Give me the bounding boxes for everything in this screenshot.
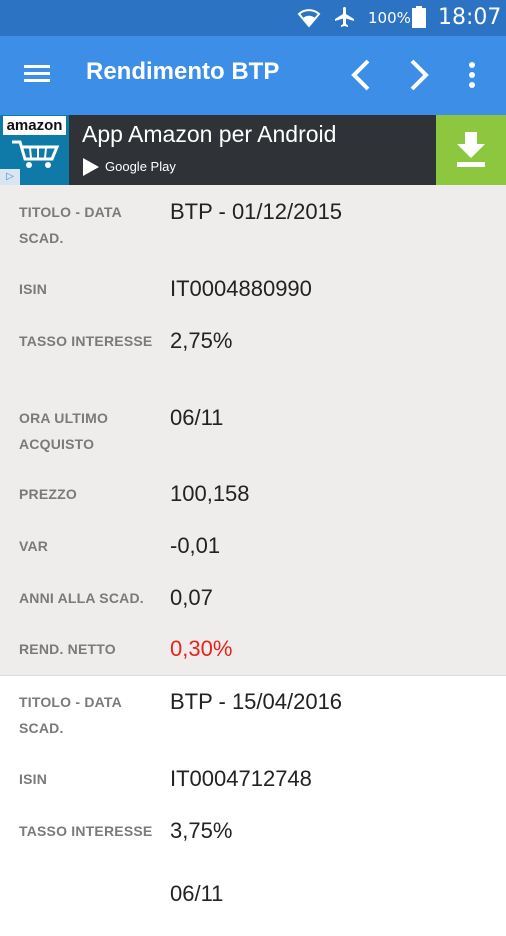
net-yield-value: 0,30% [170,636,233,661]
chevron-left-icon[interactable] [346,58,376,92]
field-label: TASSO INTERESSE [19,823,153,839]
menu-icon[interactable] [24,62,52,86]
field-value: 2,75% [170,328,233,353]
download-icon [457,132,485,167]
field-label: PREZZO [19,486,77,502]
play-store-icon [83,158,99,176]
bond-list: TITOLO - DATA SCAD. BTP - 01/12/2015 ISI… [0,185,506,936]
battery-percentage: 100% [368,9,411,27]
bond-card[interactable]: TITOLO - DATA SCAD. BTP - 01/12/2015 ISI… [0,185,506,675]
field-label: REND. NETTO [19,641,116,657]
page-title: Rendimento BTP [86,58,280,85]
field-value: 06/11 [170,881,224,906]
field-value: IT0004880990 [170,276,312,301]
field-label: VAR [19,538,49,554]
field-label: ORA ULTIMO ACQUISTO [19,410,109,452]
field-value: BTP - 15/04/2016 [170,689,343,714]
field-label: TITOLO - DATA SCAD. [19,204,122,246]
app-bar: Rendimento BTP [0,36,506,115]
logo-text: amazon [3,116,66,135]
ad-headline[interactable]: App Amazon per Android [82,121,336,148]
field-value: BTP - 01/12/2015 [170,199,343,224]
ad-store-label: Google Play [105,159,176,174]
field-value: -0,01 [170,533,221,558]
field-label: TASSO INTERESSE [19,333,153,349]
field-label: ISIN [19,281,48,297]
ad-banner[interactable]: amazon ▷ App Amazon per Android Google P… [0,115,506,185]
field-value: 06/11 [170,405,224,430]
chevron-right-icon[interactable] [404,58,434,92]
battery-icon [412,6,426,28]
cart-icon [12,140,60,168]
more-vert-icon[interactable] [462,60,482,90]
field-label: ISIN [19,771,48,787]
clock: 18:07 [438,5,502,30]
status-bar: 100% 18:07 [0,0,506,36]
airplane-icon [335,7,354,27]
wifi-icon [297,9,321,28]
field-value: IT0004712748 [170,766,312,791]
bond-card[interactable]: TITOLO - DATA SCAD. BTP - 15/04/2016 ISI… [0,676,506,936]
field-value: 0,07 [170,585,213,610]
field-value: 3,75% [170,818,233,843]
field-value: 100,158 [170,481,250,506]
download-button[interactable] [436,115,506,185]
field-label: TITOLO - DATA SCAD. [19,694,122,736]
field-label: ANNI ALLA SCAD. [19,590,144,606]
adchoices-icon[interactable]: ▷ [0,169,20,185]
amazon-logo: amazon ▷ [0,115,69,185]
